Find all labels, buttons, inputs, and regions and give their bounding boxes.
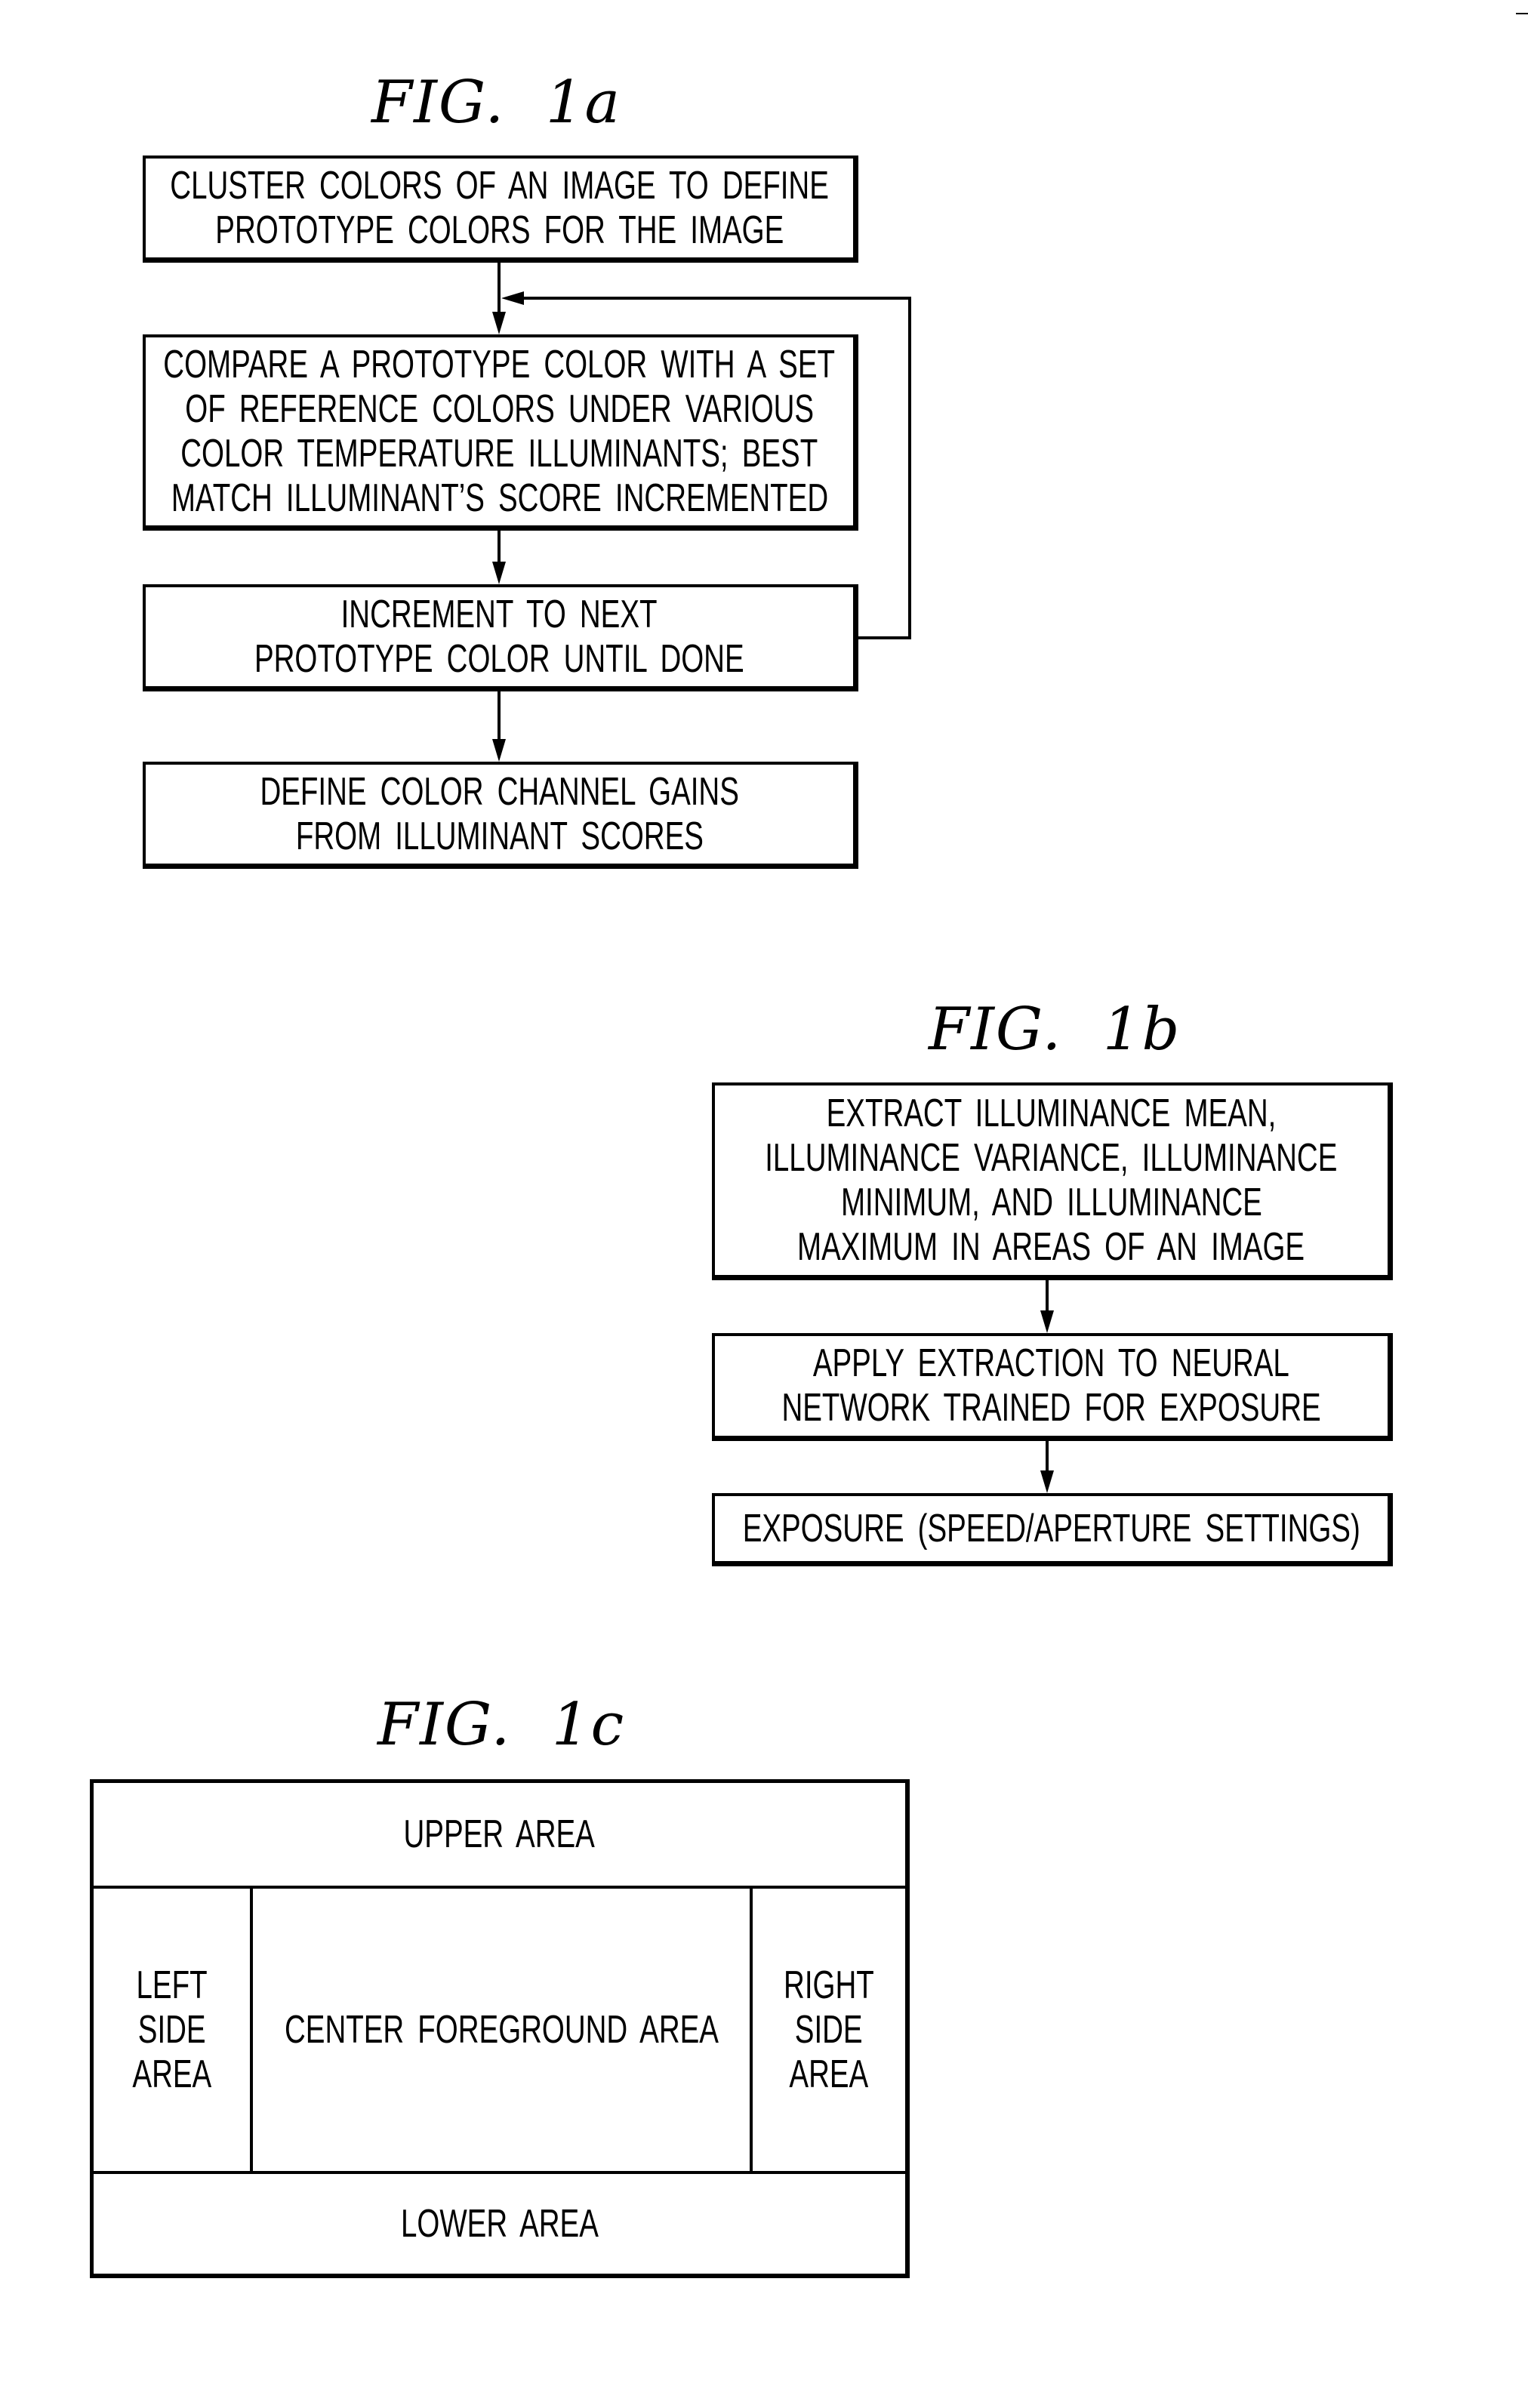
fig1c-right-label-1: RIGHT <box>784 1963 874 2007</box>
fig1c-lower-label: LOWER AREA <box>400 2201 599 2246</box>
fig1c-left-label-3: AREA <box>132 2052 211 2096</box>
fig1c-right-label-3: AREA <box>789 2052 869 2096</box>
fig1c-upper-area: UPPER AREA <box>94 1783 905 1886</box>
fig1c-upper-label: UPPER AREA <box>403 1812 596 1856</box>
fig1a-arrowhead-2-3 <box>492 562 506 584</box>
fig1a-loop-arrowhead <box>501 291 524 305</box>
fig1a-arrowhead-1-2 <box>492 312 506 334</box>
fig1c-right-label-2: SIDE <box>795 2007 863 2052</box>
fig1c-left-label-2: SIDE <box>137 2007 206 2052</box>
fig1c-center-label: CENTER FOREGROUND AREA <box>284 2007 719 2052</box>
fig1c-title: FIG. 1c <box>377 1691 626 1759</box>
fig1c-left-side-area: LEFT SIDE AREA <box>94 1889 250 2171</box>
fig1a-loop-line <box>522 297 911 639</box>
fig1b-arrowhead-1-2 <box>1040 1310 1054 1333</box>
fig1c-right-side-area: RIGHT SIDE AREA <box>753 1889 905 2171</box>
fig1c-left-label-1: LEFT <box>136 1963 208 2007</box>
fig1a-arrowhead-3-4 <box>492 739 506 762</box>
fig1c-center-foreground-area: CENTER FOREGROUND AREA <box>253 1889 750 2171</box>
fig1c-lower-area: LOWER AREA <box>94 2174 905 2274</box>
fig1c-image-area-grid: UPPER AREA LEFT SIDE AREA CENTER FOREGRO… <box>90 1779 910 2278</box>
fig1b-arrowhead-2-3 <box>1040 1470 1054 1493</box>
